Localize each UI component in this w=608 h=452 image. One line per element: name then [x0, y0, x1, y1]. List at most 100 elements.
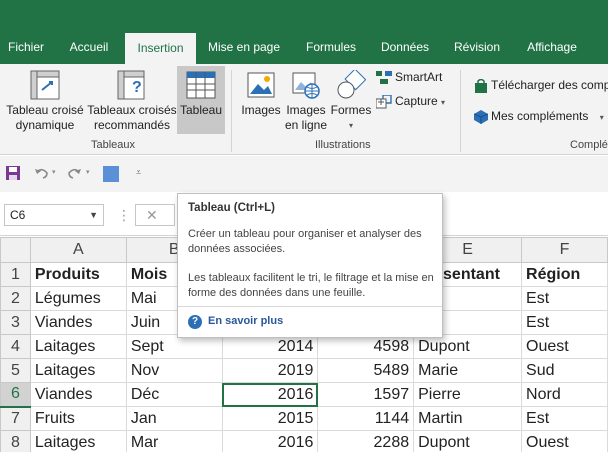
table-row: 8 Laitages Mar 2016 2288 Dupont Ouest [0, 430, 608, 452]
cell[interactable]: Pierre [413, 382, 523, 407]
cell[interactable]: 2015 [221, 406, 319, 431]
cell[interactable]: Fruits [29, 406, 127, 431]
tab-revision[interactable]: Révision [446, 33, 508, 64]
cell[interactable]: Laitages [29, 430, 127, 452]
my-addins-button[interactable]: Mes compléments ▾ [473, 109, 604, 124]
cell[interactable]: 2014 [221, 334, 319, 359]
cell[interactable]: Laitages [29, 334, 127, 359]
table-button[interactable]: Tableau [177, 66, 225, 134]
cell[interactable]: Est [521, 310, 608, 335]
tab-mise-en-page[interactable]: Mise en page [202, 33, 286, 64]
cell[interactable]: 4598 [317, 334, 415, 359]
capture-button[interactable]: Capture ▾ [375, 94, 445, 109]
undo-icon[interactable] [34, 165, 50, 181]
shapes-button[interactable]: Formes ▾ [329, 70, 373, 142]
redo-icon[interactable] [66, 165, 82, 181]
smartart-button[interactable]: SmartArt [376, 70, 442, 85]
pivot-table-label-1: Tableau croisé [6, 103, 84, 117]
cell[interactable]: Dupont [413, 334, 523, 359]
cell[interactable]: Ouest [521, 430, 608, 452]
tab-insertion[interactable]: Insertion [125, 33, 196, 64]
table-row: 6 Viandes Déc 2016 1597 Pierre Nord [0, 382, 608, 408]
download-addins-label: Télécharger des comp [491, 78, 608, 92]
cell[interactable]: 2019 [221, 358, 319, 383]
download-addins-button[interactable]: Télécharger des comp [474, 78, 608, 93]
table-row: 5 Laitages Nov 2019 5489 Marie Sud [0, 358, 608, 383]
online-images-button[interactable]: Images en ligne [283, 70, 329, 142]
online-picture-icon [292, 72, 320, 99]
svg-text:?: ? [132, 79, 142, 96]
cell[interactable]: 2288 [317, 430, 415, 452]
customize-toolbar-icon[interactable]: ⩡ [136, 167, 141, 178]
online-images-label-2: en ligne [284, 118, 328, 132]
row-header[interactable]: 8 [0, 430, 31, 452]
redo-dropdown-icon[interactable]: ▾ [86, 168, 90, 176]
column-header-f[interactable]: F [521, 237, 608, 263]
cell[interactable]: Produits [29, 262, 127, 287]
row-header[interactable]: 5 [0, 358, 31, 383]
active-cell[interactable]: 2016 [221, 382, 319, 407]
column-header-a[interactable]: A [29, 237, 127, 263]
tab-accueil[interactable]: Accueil [60, 33, 118, 64]
name-box-dropdown-icon[interactable]: ▼ [89, 205, 98, 225]
picture-icon [247, 72, 275, 98]
pivot-table-button[interactable]: Tableau croisé dynamique [4, 70, 86, 142]
tooltip-divider [178, 306, 442, 307]
row-header-selected[interactable]: 6 [0, 382, 31, 408]
group-label-tableaux: Tableaux [91, 139, 136, 151]
row-header[interactable]: 1 [0, 262, 31, 287]
tab-formules[interactable]: Formules [298, 33, 364, 64]
images-button[interactable]: Images [239, 70, 283, 142]
color-square-icon[interactable] [103, 166, 119, 182]
table-row: 7 Fruits Jan 2015 1144 Martin Est [0, 406, 608, 431]
cell[interactable]: Sept [125, 334, 223, 359]
cell[interactable]: Dupont [413, 430, 523, 452]
recommended-pivot-label-2: recommandés [93, 118, 171, 132]
cell[interactable]: 1597 [317, 382, 415, 407]
cell[interactable]: Ouest [521, 334, 608, 359]
undo-dropdown-icon[interactable]: ▾ [52, 168, 56, 176]
tab-donnees[interactable]: Données [375, 33, 435, 64]
learn-more-link[interactable]: ? En savoir plus [188, 315, 283, 329]
capture-label: Capture [395, 94, 438, 108]
cell[interactable]: Légumes [29, 286, 127, 311]
row-header[interactable]: 4 [0, 334, 31, 359]
row-header[interactable]: 7 [0, 406, 31, 431]
cell[interactable]: Nord [521, 382, 608, 407]
group-label-illustrations: Illustrations [315, 139, 371, 151]
tab-affichage[interactable]: Affichage [518, 33, 586, 64]
help-icon: ? [188, 315, 202, 329]
store-icon [475, 78, 487, 93]
cell[interactable]: Viandes [29, 382, 127, 407]
recommended-pivot-button[interactable]: ? Tableaux croisés recommandés [87, 70, 177, 142]
cell[interactable]: Nov [125, 358, 223, 383]
cell[interactable]: Martin [413, 406, 523, 431]
row-header[interactable]: 2 [0, 286, 31, 311]
cell[interactable]: 2016 [221, 430, 319, 452]
select-all-corner[interactable] [0, 237, 31, 263]
cell[interactable]: Sud [521, 358, 608, 383]
shapes-dropdown-icon: ▾ [348, 121, 353, 130]
pivot-table-label-2: dynamique [15, 118, 75, 132]
tab-fichier[interactable]: Fichier [0, 33, 52, 64]
cell[interactable]: Est [521, 406, 608, 431]
tooltip-title: Tableau (Ctrl+L) [188, 202, 276, 214]
group-label-complements: Complé [570, 139, 608, 151]
cell[interactable]: Mar [125, 430, 223, 452]
cell[interactable]: Jan [125, 406, 223, 431]
recommended-pivot-icon: ? [117, 70, 145, 100]
cell[interactable]: Viandes [29, 310, 127, 335]
cell[interactable]: Laitages [29, 358, 127, 383]
cancel-entry-button[interactable]: ✕ [135, 204, 175, 226]
cell[interactable]: Marie [413, 358, 523, 383]
shapes-icon [337, 70, 366, 99]
row-header[interactable]: 3 [0, 310, 31, 335]
name-box[interactable]: C6 ▼ [4, 204, 104, 226]
cell[interactable]: Est [521, 286, 608, 311]
save-icon[interactable] [5, 165, 21, 181]
cell[interactable]: Déc [125, 382, 223, 407]
cell[interactable]: 5489 [317, 358, 415, 383]
cell[interactable]: 1144 [317, 406, 415, 431]
cell[interactable]: Région [521, 262, 608, 287]
tooltip-description: Créer un tableau pour organiser et analy… [188, 228, 422, 255]
